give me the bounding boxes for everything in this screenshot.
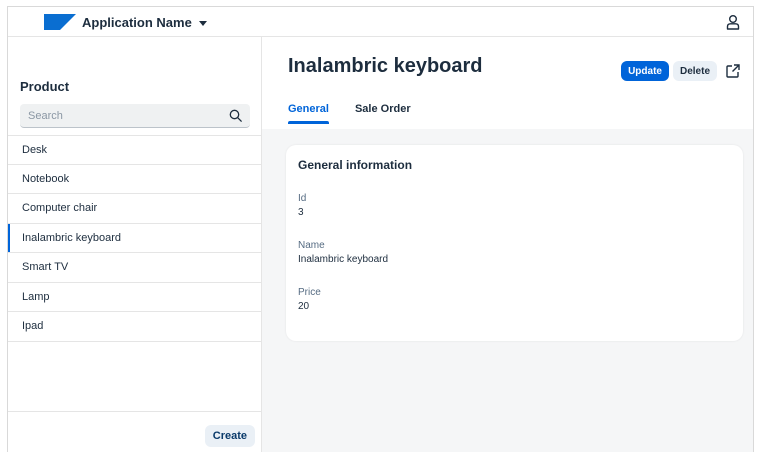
update-button[interactable]: Update	[621, 61, 669, 81]
sap-logo-icon[interactable]	[44, 14, 76, 30]
list-item-selected[interactable]: Inalambric keyboard	[8, 223, 261, 253]
user-icon[interactable]	[725, 14, 741, 30]
page-title: Inalambric keyboard	[288, 55, 483, 77]
field-name: Name Inalambric keyboard	[298, 240, 388, 265]
master-panel: Product Desk Notebook Computer chair Ina…	[8, 37, 262, 452]
detail-header: Inalambric keyboard Update Delete Genera…	[262, 37, 753, 129]
product-list: Desk Notebook Computer chair Inalambric …	[8, 135, 261, 342]
field-label: Name	[298, 240, 325, 251]
field-price: Price 20	[298, 287, 321, 312]
field-value: 3	[298, 207, 304, 218]
create-button[interactable]: Create	[204, 425, 255, 447]
list-item[interactable]: Smart TV	[8, 253, 261, 283]
master-footer: Create	[8, 411, 261, 452]
app-title-menu[interactable]: Application Name	[82, 15, 208, 30]
field-id: Id 3	[298, 193, 306, 218]
list-item[interactable]: Computer chair	[8, 194, 261, 224]
search-icon[interactable]	[229, 109, 242, 122]
list-item[interactable]: Ipad	[8, 312, 261, 342]
field-label: Price	[298, 287, 321, 298]
section-title: General information	[298, 158, 413, 172]
app-title: Application Name	[82, 15, 192, 30]
share-icon[interactable]	[725, 63, 741, 79]
shell-bar: Application Name	[8, 7, 753, 37]
master-title: Product	[20, 79, 70, 94]
tab-sale-order[interactable]: Sale Order	[355, 103, 411, 124]
detail-page: Inalambric keyboard Update Delete Genera…	[262, 37, 753, 452]
delete-button[interactable]: Delete	[672, 61, 717, 81]
general-info-card: General information Id 3 Name Inalambric…	[286, 145, 743, 341]
search-input[interactable]	[28, 108, 218, 124]
search-field[interactable]	[20, 104, 250, 128]
list-item[interactable]: Notebook	[8, 165, 261, 194]
list-item[interactable]: Lamp	[8, 283, 261, 312]
list-item[interactable]: Desk	[8, 135, 261, 165]
tab-bar: General Sale Order	[288, 103, 411, 124]
header-actions: Update Delete	[621, 61, 741, 81]
app-window: Application Name Product Desk Notebook C…	[7, 6, 754, 452]
tab-general[interactable]: General	[288, 103, 329, 124]
field-label: Id	[298, 193, 307, 204]
field-value: Inalambric keyboard	[298, 254, 389, 265]
caret-down-icon	[198, 20, 207, 26]
field-value: 20	[298, 301, 310, 312]
